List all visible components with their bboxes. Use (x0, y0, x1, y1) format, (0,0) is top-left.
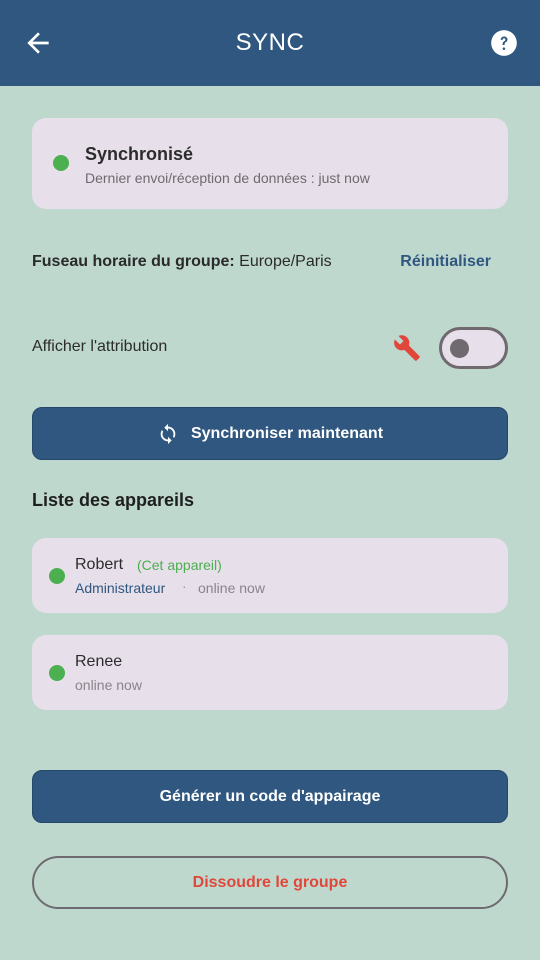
device-name: Robert (75, 556, 124, 573)
last-sync-value: just now (318, 170, 370, 186)
status-indicator-dot (53, 155, 69, 171)
dissolve-group-button[interactable]: Dissoudre le groupe (32, 856, 508, 909)
last-sync-text: Dernier envoi/réception de données : jus… (85, 170, 370, 186)
attribution-toggle[interactable] (439, 327, 508, 369)
device-card[interactable]: Renee online now (32, 635, 508, 710)
sync-now-label: Synchroniser maintenant (190, 424, 384, 442)
last-sync-label: Dernier envoi/réception de données : (85, 170, 315, 186)
device-online-dot (49, 665, 65, 681)
timezone-value: Europe/Paris (239, 253, 332, 270)
timezone-reset-button[interactable]: Réinitialiser (400, 253, 491, 271)
timezone-label: Fuseau horaire du groupe: (32, 253, 235, 270)
sync-status-card: Synchronisé Dernier envoi/réception de d… (32, 118, 508, 209)
device-name: Renee (75, 653, 123, 670)
device-status: online now (75, 677, 142, 693)
device-separator: · (182, 578, 187, 594)
attribution-label: Afficher l'attribution (32, 338, 168, 355)
device-online-dot (49, 568, 65, 584)
toggle-knob (450, 339, 469, 358)
wrench-icon[interactable] (393, 334, 421, 362)
devices-section-title: Liste des appareils (32, 490, 195, 510)
generate-pairing-code-button[interactable]: Générer un code d'appairage (32, 770, 508, 823)
timezone-row: Fuseau horaire du groupe: Europe/Paris R… (32, 253, 508, 275)
sync-now-button[interactable]: Synchroniser maintenant (32, 407, 508, 460)
arrow-left-icon[interactable] (22, 27, 54, 59)
device-card[interactable]: Robert (Cet appareil) Administrateur · o… (32, 538, 508, 613)
device-status: online now (198, 580, 265, 596)
generate-pairing-code-label: Générer un code d'appairage (159, 787, 381, 805)
help-circle-icon[interactable] (490, 29, 518, 57)
app-bar: SYNC (0, 0, 540, 86)
dissolve-group-label: Dissoudre le groupe (192, 873, 348, 891)
sync-status-title: Synchronisé (85, 144, 194, 164)
page-title: SYNC (235, 29, 305, 56)
sync-icon (160, 423, 176, 444)
device-role: Administrateur (75, 580, 166, 596)
this-device-tag: (Cet appareil) (137, 557, 222, 573)
